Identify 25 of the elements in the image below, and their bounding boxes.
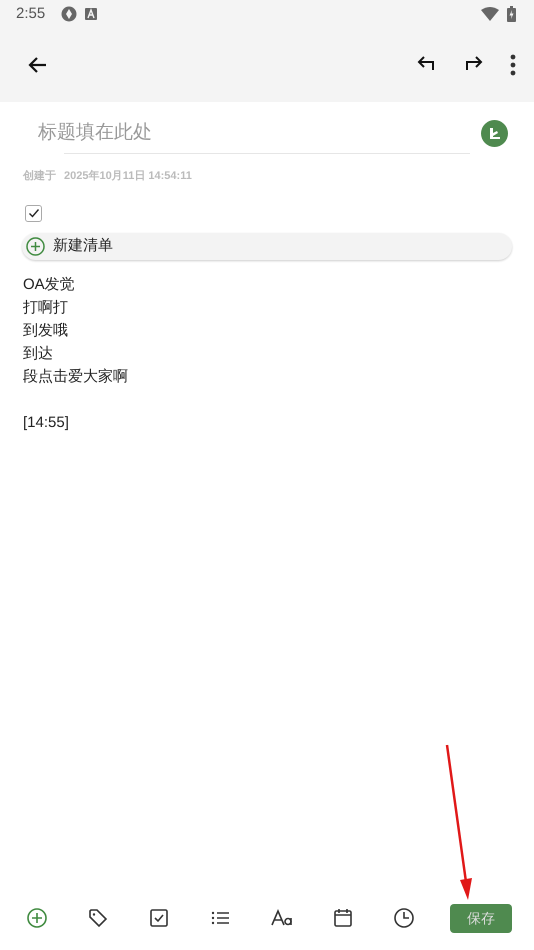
clock-icon — [392, 907, 415, 929]
add-icon — [26, 907, 48, 929]
palette-icon — [481, 120, 508, 147]
note-text-line: 到达 — [23, 344, 54, 364]
new-checklist-button[interactable]: 新建清单 — [22, 232, 512, 260]
note-text-line: 打啊打 — [23, 298, 69, 318]
created-datetime: 2025年10月11日 14:54:11 — [64, 168, 192, 184]
keyboard-status-icon — [85, 8, 98, 20]
note-text-line: OA发觉 — [23, 274, 76, 294]
note-text-line: 段点击爱大家啊 — [23, 366, 129, 386]
more-icon — [510, 54, 516, 76]
add-icon — [26, 236, 45, 256]
tag-icon — [87, 907, 110, 929]
status-time: 2:55 — [16, 4, 46, 24]
battery-icon — [507, 6, 516, 22]
checkbox-icon — [148, 907, 170, 929]
app-status-icon — [61, 6, 78, 22]
calendar-icon — [332, 907, 354, 929]
wifi-icon — [481, 7, 499, 21]
title-field[interactable]: 标题填在此处 — [38, 119, 418, 148]
note-timestamp: [14:55] — [23, 412, 70, 432]
note-text-line: 到发哦 — [23, 320, 69, 340]
checkbox[interactable] — [25, 204, 42, 222]
created-label: 创建于 — [23, 168, 56, 184]
check-icon — [28, 207, 40, 219]
